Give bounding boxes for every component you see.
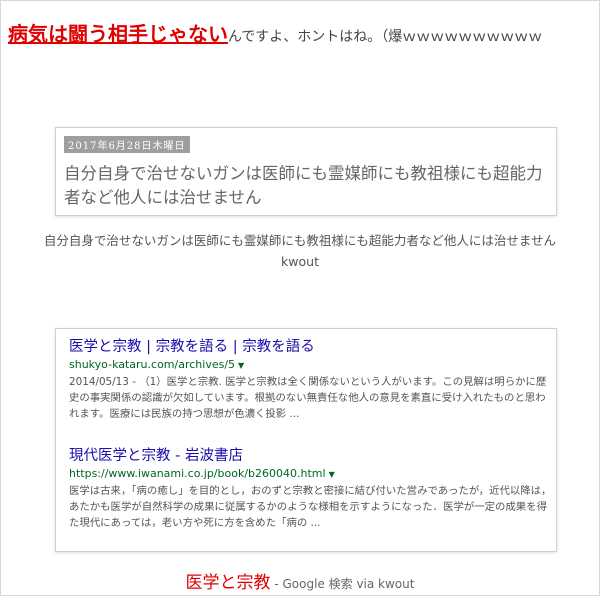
post-title: 自分自身で治せないガンは医師にも霊媒師にも教祖様にも超能力者など他人には治せませ… [64, 164, 543, 207]
headline-link[interactable]: 病気は闘う相手じゃない [8, 22, 228, 46]
search-results-card[interactable]: 医学と宗教 | 宗教を語る | 宗教を語る shukyo-kataru.com/… [55, 328, 557, 552]
result-url: shukyo-kataru.com/archives/5 ▼ [69, 358, 245, 371]
blog-caption: 自分自身で治せないガンは医師にも霊媒師にも教祖様にも超能力者など他人には治せませ… [0, 230, 600, 272]
search-caption-source[interactable]: kwout [378, 577, 414, 591]
caption-separator: - [270, 577, 283, 591]
result-url: https://www.iwanami.co.jp/book/b260040.h… [69, 467, 335, 480]
search-result: 現代医学と宗教 - 岩波書店 https://www.iwanami.co.jp… [69, 446, 553, 531]
dropdown-arrow-icon[interactable]: ▼ [329, 470, 335, 479]
headline: 病気は闘う相手じゃないんですよ、ホントはね。（爆ｗｗｗｗｗｗｗｗｗｗ [8, 18, 542, 47]
headline-rest: んですよ、ホントはね。（爆ｗｗｗｗｗｗｗｗｗｗ [228, 29, 543, 45]
post-date: 2017年6月28日木曜日 [64, 136, 190, 153]
search-query-link[interactable]: 医学と宗教 [186, 573, 271, 593]
result-snippet: 2014/05/13 - （1）医学と宗教. 医学と宗教は全く関係ないという人が… [69, 376, 547, 420]
search-caption: 医学と宗教 - Google 検索 via kwout [0, 568, 600, 593]
search-engine-link[interactable]: Google 検索 [282, 577, 352, 591]
result-snippet: 医学は古来，「病の癒し」を目的とし，おのずと宗教と密接に結び付いた営みであったが… [69, 485, 552, 529]
blog-caption-source[interactable]: kwout [0, 251, 600, 272]
result-title-link[interactable]: 現代医学と宗教 - 岩波書店 [69, 446, 553, 466]
dropdown-arrow-icon[interactable]: ▼ [238, 361, 244, 370]
search-result: 医学と宗教 | 宗教を語る | 宗教を語る shukyo-kataru.com/… [69, 337, 553, 422]
blog-screenshot-card[interactable]: 2017年6月28日木曜日 自分自身で治せないガンは医師にも霊媒師にも教祖様にも… [55, 127, 557, 216]
result-title-link[interactable]: 医学と宗教 | 宗教を語る | 宗教を語る [69, 337, 553, 357]
caption-via: via [352, 577, 379, 591]
blog-caption-title[interactable]: 自分自身で治せないガンは医師にも霊媒師にも教祖様にも超能力者など他人には治せませ… [0, 230, 600, 251]
